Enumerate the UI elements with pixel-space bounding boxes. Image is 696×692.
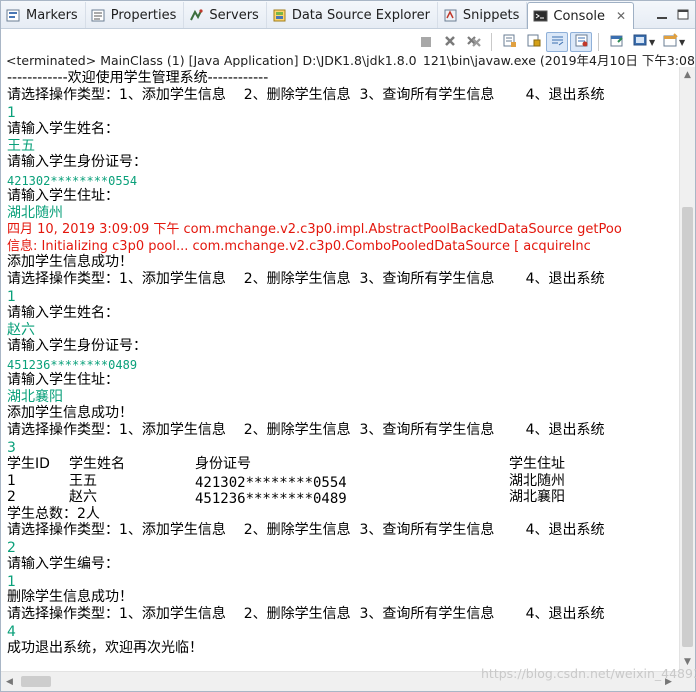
console-line: 请选择操作类型：1、添加学生信息 2、删除学生信息 3、查询所有学生信息 4、退… (7, 87, 605, 103)
console-line: 删除学生信息成功！ (7, 589, 133, 605)
servers-icon (189, 8, 204, 23)
scroll-left-icon[interactable]: ◀ (6, 677, 13, 687)
vertical-scrollbar[interactable]: ▲ ▼ (679, 67, 695, 671)
console-input-line: 湖北随州 (7, 205, 63, 221)
scroll-up-icon[interactable]: ▲ (684, 70, 691, 80)
chevron-down-icon[interactable]: ▼ (649, 38, 657, 47)
table-cell: 王五 (69, 473, 97, 489)
tab-servers[interactable]: Servers (184, 2, 267, 28)
console-input-line: 1 (7, 105, 16, 121)
watermark-text: https://blog.csdn.net/weixin_44893902 (481, 666, 696, 681)
console-input-line: 2 (7, 540, 16, 556)
console-line: 请输入学生住址： (7, 188, 119, 204)
minimize-icon[interactable] (653, 6, 671, 24)
table-cell: 1 (7, 473, 16, 489)
table-cell: 湖北襄阳 (509, 489, 565, 505)
table-header: 学生ID (7, 456, 50, 472)
chevron-down-icon[interactable]: ▼ (679, 38, 687, 47)
console-line: 学生总数：2人 (7, 506, 100, 522)
console-input-line: 王五 (7, 138, 35, 154)
scrollbar-thumb[interactable] (682, 207, 693, 647)
remove-icon (443, 33, 457, 52)
console-line: 成功退出系统，欢迎再次光临！ (7, 640, 203, 656)
console-line: 请输入学生姓名： (7, 121, 119, 137)
log-timestamp: 四月 10, 2019 3:09:09 下午 com.mchange.v2.c3… (7, 222, 622, 237)
tab-markers[interactable]: Markers (1, 2, 86, 28)
remove-all-button[interactable] (463, 32, 485, 52)
tab-console[interactable]: Console ✕ (527, 2, 635, 29)
display-selected-console-button[interactable] (629, 32, 651, 52)
console-input-line: 1 (7, 289, 16, 305)
table-cell: 2 (7, 489, 16, 505)
console-line: 请输入学生编号： (7, 556, 119, 572)
console-line: ------------欢迎使用学生管理系统------------ (7, 70, 269, 86)
console-line: 添加学生信息成功！ (7, 405, 133, 421)
console-line: 请输入学生住址： (7, 372, 119, 388)
scroll-lock-button[interactable] (522, 32, 544, 52)
snippets-icon (443, 8, 458, 23)
show-console-on-output-button[interactable] (570, 32, 592, 52)
view-tab-bar: Markers Properties Servers Data Source E… (1, 1, 695, 29)
word-wrap-button[interactable] (546, 32, 568, 52)
console-input-line: 湖北襄阳 (7, 389, 63, 405)
clear-console-icon (502, 33, 517, 52)
table-header: 学生住址 (509, 456, 565, 472)
console-input-line: 赵六 (7, 322, 35, 338)
console-output[interactable]: ------------欢迎使用学生管理系统------------ 请选择操作… (1, 67, 679, 671)
console-error-line: 四月 10, 2019 3:09:09 下午 com.mchange.v2.c3… (7, 221, 622, 238)
console-header: ▼ ▼ <terminated> MainClass (1) [Java App… (1, 30, 696, 68)
log-message: 信息: Initializing c3p0 pool... com.mchang… (7, 239, 591, 254)
table-cell: 赵六 (69, 489, 97, 505)
tab-label: Markers (26, 7, 78, 23)
console-line: 请选择操作类型：1、添加学生信息 2、删除学生信息 3、查询所有学生信息 4、退… (7, 606, 605, 622)
tab-label: Data Source Explorer (291, 7, 430, 23)
stop-icon (420, 33, 432, 52)
remove-all-icon (466, 33, 482, 52)
open-console-icon (663, 32, 678, 52)
table-cell: 湖北随州 (509, 473, 565, 489)
console-icon (533, 9, 548, 24)
open-console-button[interactable] (659, 32, 681, 52)
toolbar-separator (491, 33, 492, 51)
terminate-button[interactable] (415, 32, 437, 52)
table-cell: 421302********0554 (195, 475, 347, 491)
properties-icon (91, 8, 106, 23)
console-line: 添加学生信息成功！ (7, 254, 133, 270)
console-line: 请选择操作类型：1、添加学生信息 2、删除学生信息 3、查询所有学生信息 4、退… (7, 422, 605, 438)
maximize-icon[interactable] (674, 6, 692, 24)
table-header: 身份证号 (195, 456, 251, 472)
tab-properties[interactable]: Properties (86, 2, 185, 28)
data-source-icon (272, 8, 287, 23)
remove-launch-button[interactable] (439, 32, 461, 52)
clear-console-button[interactable] (498, 32, 520, 52)
table-cell: 451236********0489 (195, 491, 347, 507)
scroll-lock-icon (526, 33, 541, 52)
pin-console-button[interactable] (605, 32, 627, 52)
console-line: 请输入学生身份证号： (7, 154, 147, 170)
tab-label: Console (553, 8, 606, 24)
console-line: 请选择操作类型：1、添加学生信息 2、删除学生信息 3、查询所有学生信息 4、退… (7, 271, 605, 287)
toolbar-separator (598, 33, 599, 51)
console-input-line: 3 (7, 440, 16, 456)
console-line: 请选择操作类型：1、添加学生信息 2、删除学生信息 3、查询所有学生信息 4、退… (7, 522, 605, 538)
tab-snippets[interactable]: Snippets (438, 2, 528, 28)
console-input-line: 4 (7, 624, 16, 640)
console-line: 请输入学生身份证号： (7, 338, 147, 354)
pin-icon (609, 33, 624, 52)
tab-label: Servers (209, 7, 259, 23)
display-console-icon (633, 33, 648, 52)
eclipse-console-view: Markers Properties Servers Data Source E… (0, 0, 696, 692)
tab-label: Snippets (462, 7, 520, 23)
show-console-icon (574, 33, 589, 52)
table-header: 学生姓名 (69, 456, 125, 472)
close-icon[interactable]: ✕ (616, 9, 626, 23)
markers-icon (6, 8, 21, 23)
tab-data-source-explorer[interactable]: Data Source Explorer (267, 2, 438, 28)
tab-label: Properties (110, 7, 177, 23)
console-line: 请输入学生姓名： (7, 305, 119, 321)
console-error-line: 信息: Initializing c3p0 pool... com.mchang… (7, 238, 591, 255)
scrollbar-thumb[interactable] (21, 676, 51, 687)
word-wrap-icon (550, 33, 565, 52)
